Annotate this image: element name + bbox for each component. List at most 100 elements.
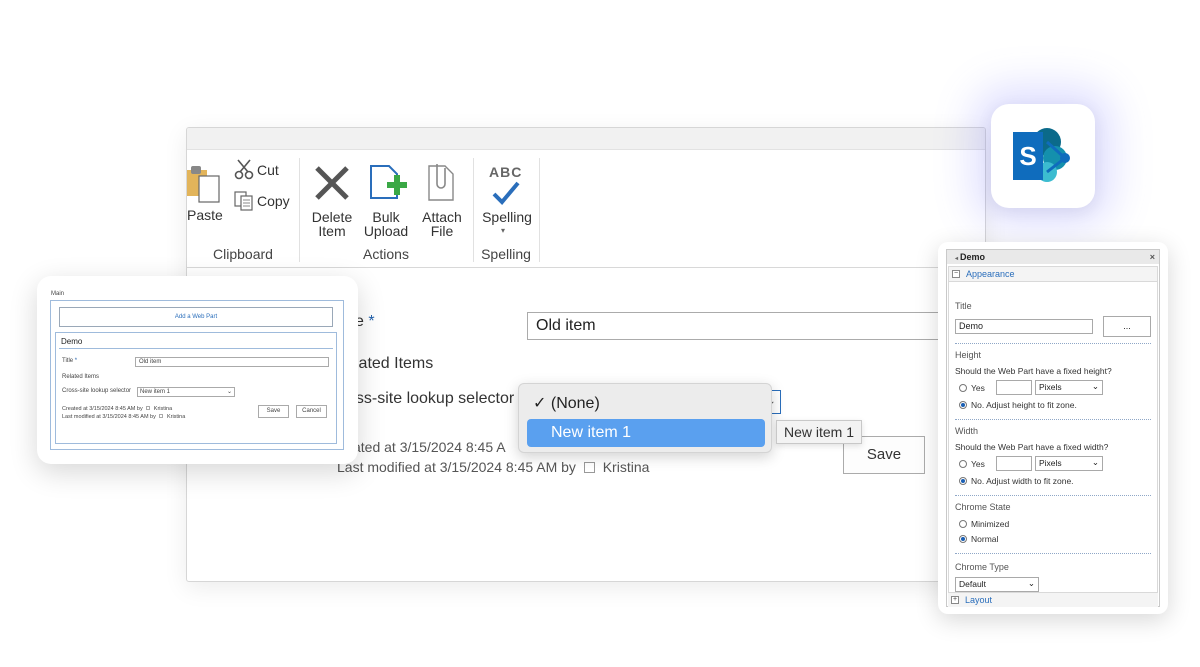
lookup-dropdown-menu: ✓ (None) New item 1 bbox=[518, 383, 772, 453]
created-text: ated at 3/15/2024 8:45 A bbox=[353, 439, 506, 455]
chevron-down-icon: ▾ bbox=[501, 226, 506, 235]
appearance-link[interactable]: Appearance bbox=[966, 269, 1015, 279]
modified-user-link[interactable]: Kristina bbox=[603, 459, 650, 475]
close-icon[interactable]: × bbox=[1150, 250, 1155, 264]
title-field-input[interactable]: Demo bbox=[955, 319, 1093, 334]
height-label: Height bbox=[955, 350, 982, 360]
user-presence-icon bbox=[159, 414, 164, 418]
related-items-label: lated Items bbox=[355, 355, 434, 372]
chrome-type-value: Default bbox=[959, 579, 986, 589]
checkmark-icon bbox=[491, 180, 521, 206]
chevron-down-icon: ⌄ bbox=[1091, 457, 1099, 467]
height-value-input[interactable] bbox=[996, 380, 1032, 395]
delete-label-line2: Item bbox=[318, 223, 346, 239]
mini-related-label: Related Items bbox=[62, 374, 100, 380]
mini-modified-user[interactable]: Kristina bbox=[167, 414, 185, 420]
tool-pane-card: ◂ Demo × − Appearance Title Demo ... Heig… bbox=[938, 242, 1168, 614]
width-value-input[interactable] bbox=[996, 456, 1032, 471]
minimized-radio[interactable] bbox=[959, 520, 967, 528]
height-no-radio[interactable] bbox=[959, 401, 967, 409]
width-no-radio[interactable] bbox=[959, 477, 967, 485]
mini-required-mark: * bbox=[74, 358, 78, 364]
mini-lookup-select[interactable]: New item 1 ⌄ bbox=[137, 387, 235, 397]
option-tooltip: New item 1 bbox=[776, 420, 862, 444]
clipboard-group-label: Clipboard bbox=[213, 246, 273, 262]
svg-text:S: S bbox=[1019, 141, 1036, 171]
tool-pane-header: ◂ Demo × bbox=[947, 250, 1159, 264]
mini-lookup-label: Cross-site lookup selector bbox=[62, 388, 132, 394]
mini-save-button[interactable]: Save bbox=[258, 405, 289, 418]
scissors-icon bbox=[233, 158, 255, 180]
attach-file-icon bbox=[425, 160, 457, 204]
attach-label-line2: File bbox=[430, 223, 454, 239]
dropdown-option-new-item-1[interactable]: New item 1 bbox=[527, 419, 765, 447]
chrome-type-select[interactable]: Default ⌄ bbox=[955, 577, 1039, 592]
web-part-tool-pane: ◂ Demo × − Appearance Title Demo ... Heig… bbox=[946, 249, 1160, 607]
sharepoint-icon: S bbox=[1011, 124, 1075, 188]
mini-modified-prefix: Last modified at 3/15/2024 8:45 AM by bbox=[62, 414, 156, 420]
height-unit-select[interactable]: Pixels ⌄ bbox=[1035, 380, 1103, 395]
dropdown-option-none[interactable]: ✓ (None) bbox=[527, 390, 765, 418]
mini-title-input[interactable]: Old item bbox=[135, 357, 329, 367]
group-divider bbox=[539, 158, 540, 262]
spelling-button[interactable]: Spelling bbox=[481, 210, 533, 224]
paste-icon bbox=[187, 164, 221, 204]
mini-title-divider bbox=[59, 348, 333, 349]
normal-radio[interactable] bbox=[959, 535, 967, 543]
appearance-section-header[interactable]: − Appearance bbox=[949, 267, 1157, 282]
user-presence-icon bbox=[583, 462, 595, 473]
section-divider bbox=[955, 495, 1151, 496]
mini-title-label: Title * bbox=[62, 358, 77, 364]
sharepoint-logo-card: S bbox=[991, 104, 1095, 208]
mini-lookup-value: New item 1 bbox=[140, 389, 171, 395]
option-label: (None) bbox=[550, 395, 600, 412]
spelling-group-label: Spelling bbox=[481, 246, 531, 262]
bulk-upload-button[interactable]: Bulk Upload bbox=[363, 210, 409, 238]
layout-link[interactable]: Layout bbox=[965, 595, 992, 605]
height-question: Should the Web Part have a fixed height? bbox=[955, 366, 1112, 376]
checkmark-icon: ✓ bbox=[533, 395, 551, 412]
browse-button[interactable]: ... bbox=[1103, 316, 1151, 337]
spelling-abc-text: ABC bbox=[489, 164, 523, 180]
chevron-down-icon: ⌄ bbox=[1027, 578, 1035, 588]
window-title-strip bbox=[187, 128, 985, 150]
chrome-type-label: Chrome Type bbox=[955, 562, 1009, 572]
section-divider bbox=[955, 343, 1151, 344]
ribbon: Paste Cut Copy Clipboard Delete Item Bul… bbox=[187, 150, 985, 268]
normal-label: Normal bbox=[971, 534, 999, 544]
height-yes-radio[interactable] bbox=[959, 384, 967, 392]
width-question: Should the Web Part have a fixed width? bbox=[955, 442, 1109, 452]
mini-cancel-button[interactable]: Cancel bbox=[296, 405, 327, 418]
mini-created-user[interactable]: Kristina bbox=[154, 406, 172, 412]
actions-group-label: Actions bbox=[363, 246, 409, 262]
paste-button[interactable]: Paste bbox=[187, 208, 223, 222]
delete-item-button[interactable]: Delete Item bbox=[309, 210, 355, 238]
tool-pane-title: Demo bbox=[960, 252, 986, 262]
delete-icon bbox=[313, 162, 353, 202]
minimized-label: Minimized bbox=[971, 519, 1010, 529]
collapse-icon: − bbox=[952, 270, 960, 278]
title-field-label: Title bbox=[955, 301, 972, 311]
layout-section-header[interactable]: + Layout bbox=[948, 592, 1158, 607]
cut-button[interactable]: Cut bbox=[257, 162, 279, 178]
height-unit-value: Pixels bbox=[1039, 382, 1062, 392]
add-web-part-link[interactable]: Add a Web Part bbox=[59, 307, 333, 327]
width-yes-label: Yes bbox=[971, 459, 985, 469]
mini-created-prefix: Created at 3/15/2024 8:45 AM by bbox=[62, 406, 143, 412]
mini-web-part-title: Demo bbox=[61, 337, 83, 346]
mini-modified-text: Last modified at 3/15/2024 8:45 AM by Kr… bbox=[62, 414, 185, 420]
modified-prefix: Last modified at 3/15/2024 8:45 AM by bbox=[337, 459, 576, 475]
width-yes-radio[interactable] bbox=[959, 460, 967, 468]
delete-label-line1: Delete bbox=[311, 209, 353, 225]
title-input[interactable]: Old item bbox=[527, 312, 985, 340]
width-unit-select[interactable]: Pixels ⌄ bbox=[1035, 456, 1103, 471]
mini-page-preview: Main Add a Web Part Demo Title * Old ite… bbox=[37, 276, 358, 464]
expand-icon: + bbox=[951, 596, 959, 604]
attach-file-button[interactable]: Attach File bbox=[419, 210, 465, 238]
height-no-label: No. Adjust height to fit zone. bbox=[971, 400, 1077, 410]
bulk-label-line1: Bulk bbox=[372, 209, 400, 225]
copy-button[interactable]: Copy bbox=[257, 193, 290, 209]
section-divider bbox=[955, 419, 1151, 420]
caret-left-icon: ◂ bbox=[955, 256, 959, 262]
bulk-upload-icon bbox=[367, 160, 409, 204]
